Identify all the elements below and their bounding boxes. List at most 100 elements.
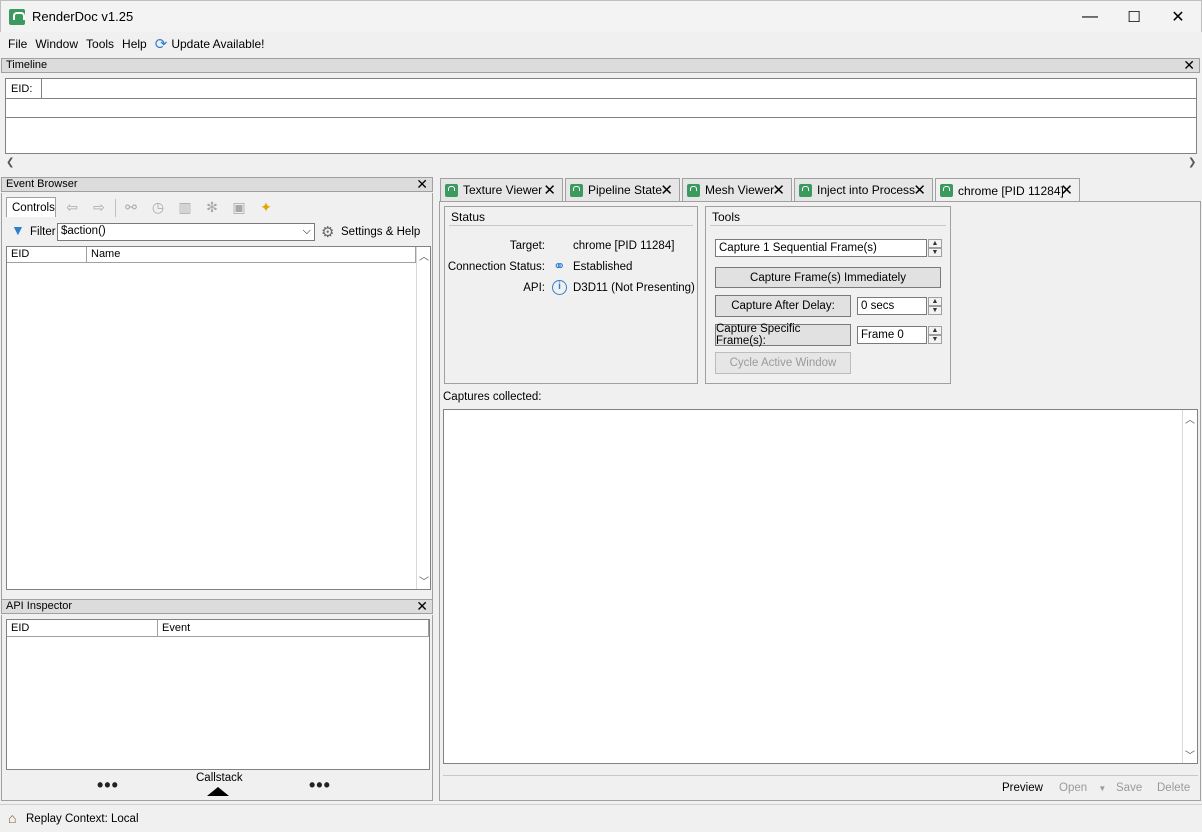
- delete-button[interactable]: Delete: [1157, 782, 1190, 794]
- event-browser-title: Event Browser ✕: [1, 177, 433, 192]
- timeline-scroll-right-icon[interactable]: ❯: [1188, 157, 1196, 168]
- refresh-icon: ⟳: [154, 36, 168, 53]
- bookmark-gear-icon[interactable]: ✻: [204, 199, 220, 215]
- tab-close-icon[interactable]: ✕: [543, 181, 556, 199]
- column-header-eid[interactable]: EID: [7, 247, 87, 262]
- minimize-button[interactable]: —: [1067, 1, 1113, 33]
- find-binoculars-icon[interactable]: ⚯: [123, 199, 139, 215]
- spin-down-icon[interactable]: ▼: [928, 335, 942, 344]
- maximize-button[interactable]: ☐: [1111, 1, 1157, 33]
- tab-chrome-capture[interactable]: chrome [PID 11284] ✕: [935, 178, 1080, 202]
- captures-scrollbar[interactable]: ︿ ﹀: [1182, 410, 1197, 763]
- callstack-expand-icon[interactable]: [207, 787, 229, 796]
- timeline-scroll-left-icon[interactable]: ❮: [6, 157, 14, 168]
- menu-help[interactable]: Help: [122, 37, 147, 51]
- capture-immediately-button[interactable]: Capture Frame(s) Immediately: [715, 267, 941, 288]
- menu-window[interactable]: Window: [35, 37, 78, 51]
- forward-arrow-icon[interactable]: ⇨: [91, 199, 107, 215]
- captures-list[interactable]: ︿ ﹀: [443, 409, 1198, 764]
- tab-mesh-viewer[interactable]: Mesh Viewer ✕: [682, 178, 792, 201]
- capture-tab-content: Status Target: chrome [PID 11284] Connec…: [439, 201, 1201, 801]
- connection-icon: ⚭: [553, 258, 566, 275]
- save-button[interactable]: Save: [1116, 782, 1142, 794]
- controls-tab[interactable]: Controls: [6, 197, 56, 217]
- spin-up-icon[interactable]: ▲: [928, 297, 942, 306]
- connection-status-value: Established: [573, 261, 633, 273]
- preview-button[interactable]: Preview: [1002, 782, 1043, 794]
- tab-close-icon[interactable]: ✕: [772, 181, 785, 199]
- capture-specific-frames-button[interactable]: Capture Specific Frame(s):: [715, 323, 851, 347]
- update-available-button[interactable]: ⟳ Update Available!: [155, 35, 265, 53]
- column-header-name[interactable]: Name: [87, 247, 416, 262]
- scroll-up-icon[interactable]: ︿: [419, 248, 429, 263]
- api-inspector-title: API Inspector ✕: [1, 599, 433, 614]
- filter-dropdown-chevron-icon[interactable]: ⌵: [303, 225, 311, 238]
- callstack-label: Callstack: [196, 772, 243, 784]
- replay-context-label[interactable]: Replay Context: Local: [26, 813, 139, 825]
- scroll-up-icon[interactable]: ︿: [1185, 411, 1195, 426]
- sequential-frames-spinbox[interactable]: Capture 1 Sequential Frame(s) ▲ ▼: [715, 239, 942, 257]
- event-list-header: EID Name: [7, 247, 416, 263]
- timeline-eid-label: EID:: [6, 79, 42, 99]
- event-list[interactable]: EID Name ︿ ﹀: [6, 246, 431, 590]
- renderdoc-logo-icon: [9, 9, 25, 25]
- api-inspector-close-icon[interactable]: ✕: [416, 599, 428, 613]
- tab-texture-viewer[interactable]: Texture Viewer ✕: [440, 178, 563, 201]
- settings-gear-icon[interactable]: ⚙: [321, 223, 334, 241]
- filter-label: Filter: [30, 226, 56, 238]
- chrome-tab-icon: [940, 184, 953, 197]
- info-icon: i: [552, 280, 567, 295]
- settings-help-button[interactable]: Settings & Help: [341, 226, 420, 238]
- timeline-area[interactable]: EID:: [5, 78, 1197, 154]
- window-title: RenderDoc v1.25: [32, 9, 134, 24]
- title-bar: RenderDoc v1.25 — ☐ ✕: [0, 0, 1202, 32]
- puzzle-icon[interactable]: ✦: [258, 199, 274, 215]
- spin-down-icon[interactable]: ▼: [928, 248, 942, 257]
- connection-status-label: Connection Status:: [447, 261, 545, 273]
- menu-file[interactable]: File: [8, 37, 27, 51]
- event-list-scrollbar[interactable]: ︿ ﹀: [416, 247, 430, 589]
- frame-spinbox[interactable]: Frame 0 ▲ ▼: [857, 326, 942, 344]
- close-window-button[interactable]: ✕: [1155, 1, 1201, 33]
- filter-funnel-icon: ▼: [11, 222, 25, 238]
- open-button[interactable]: Open ▼: [1059, 782, 1106, 794]
- spin-up-icon[interactable]: ▲: [928, 239, 942, 248]
- splitter-handle-right-icon[interactable]: •••: [309, 775, 331, 796]
- status-bar: ⌂ Replay Context: Local: [0, 804, 1202, 832]
- api-column-header-event[interactable]: Event: [158, 620, 429, 636]
- tab-close-icon[interactable]: ✕: [913, 181, 926, 199]
- spin-down-icon[interactable]: ▼: [928, 306, 942, 315]
- tab-close-icon[interactable]: ✕: [660, 181, 673, 199]
- api-label: API:: [523, 282, 545, 294]
- tab-close-icon[interactable]: ✕: [1060, 181, 1073, 199]
- spin-up-icon[interactable]: ▲: [928, 326, 942, 335]
- timer-icon[interactable]: ◷: [150, 199, 166, 215]
- filter-input[interactable]: $action() ⌵: [57, 223, 315, 241]
- cycle-active-window-button[interactable]: Cycle Active Window: [715, 352, 851, 374]
- capture-after-delay-button[interactable]: Capture After Delay:: [715, 295, 851, 317]
- home-icon: ⌂: [8, 810, 17, 826]
- pipeline-state-tab-icon: [570, 183, 583, 197]
- api-list-header: EID Event: [7, 620, 429, 637]
- scroll-down-icon[interactable]: ﹀: [419, 573, 429, 588]
- event-browser-panel: Controls ⇦ ⇨ ⚯ ◷ ▥ ✻ ▣ ✦ ▼ Filter $actio…: [1, 193, 433, 600]
- timeline-marker-icon[interactable]: ▥: [177, 199, 193, 215]
- scroll-down-icon[interactable]: ﹀: [1185, 747, 1195, 762]
- tools-group-title: Tools: [712, 210, 741, 224]
- back-arrow-icon[interactable]: ⇦: [64, 199, 80, 215]
- delay-spinbox[interactable]: 0 secs ▲ ▼: [857, 297, 942, 315]
- api-event-list[interactable]: EID Event: [6, 619, 430, 770]
- timeline-close-icon[interactable]: ✕: [1183, 58, 1195, 72]
- tab-inject-into-process[interactable]: Inject into Process ✕: [794, 178, 933, 201]
- tab-pipeline-state[interactable]: Pipeline State ✕: [565, 178, 680, 201]
- api-column-header-eid[interactable]: EID: [7, 620, 158, 636]
- captures-actions-bar: Preview Open ▼ Save Delete: [443, 775, 1198, 799]
- mesh-viewer-tab-icon: [687, 183, 700, 197]
- open-dropdown-chevron-icon: ▼: [1098, 784, 1107, 793]
- menu-tools[interactable]: Tools: [86, 37, 114, 51]
- save-disk-icon[interactable]: ▣: [231, 199, 247, 215]
- splitter-handle-left-icon[interactable]: •••: [97, 775, 119, 796]
- event-browser-close-icon[interactable]: ✕: [416, 177, 428, 191]
- timeline-title: Timeline ✕: [1, 58, 1200, 73]
- menu-bar: File Window Tools Help ⟳ Update Availabl…: [0, 32, 1202, 56]
